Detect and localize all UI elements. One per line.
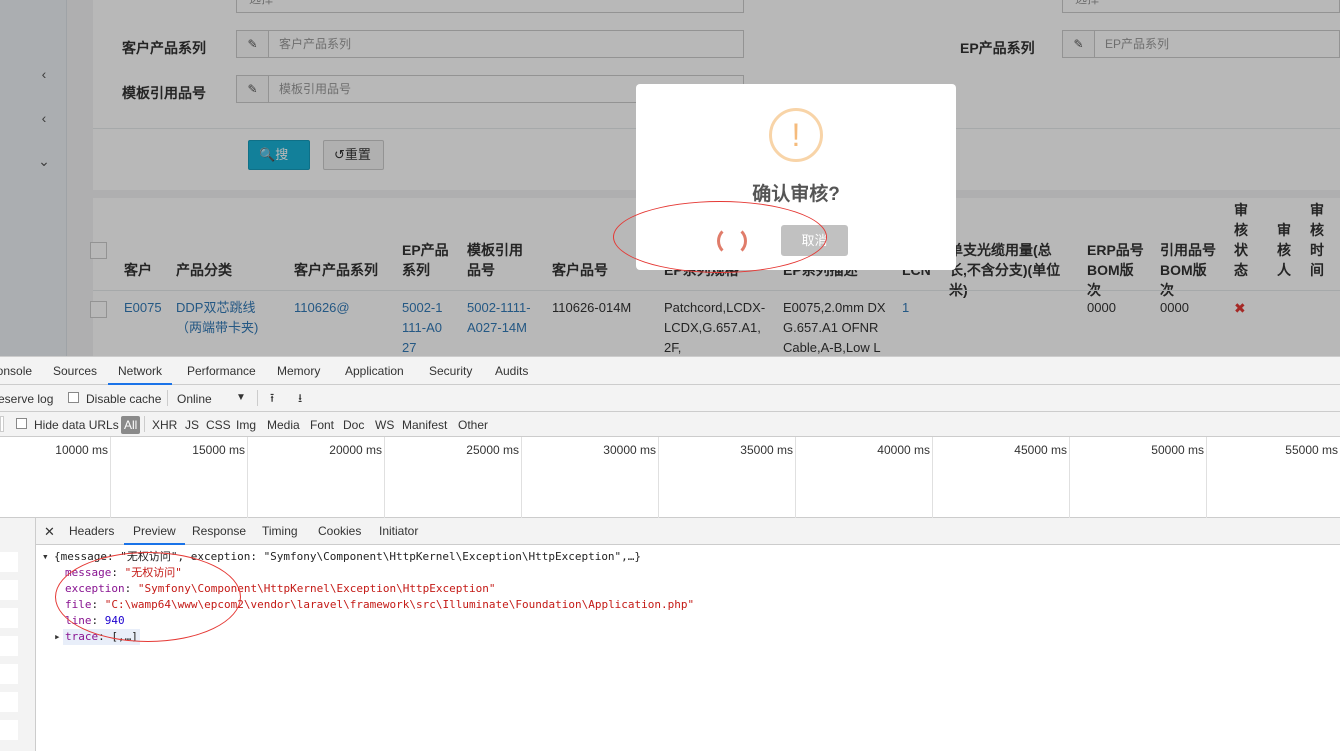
annotation-ellipse (613, 201, 827, 273)
tab-network[interactable]: Network (108, 357, 173, 385)
disable-cache-label[interactable]: Disable cache (86, 391, 161, 407)
hide-data-urls-checkbox[interactable] (16, 418, 27, 429)
dialog-title: 确认审核? (752, 184, 840, 205)
screen: ‹ ‹ ⌄ 选择 选择 客户产品系列 ✎ 客户产品系列 EP产品系列 (0, 0, 1340, 751)
filter-all[interactable]: All (121, 416, 141, 434)
timeline-tick-label: 10000 ms (55, 443, 108, 457)
filter-other[interactable]: Other (458, 417, 488, 433)
disable-cache-checkbox[interactable] (68, 392, 79, 403)
request-row[interactable] (0, 664, 18, 684)
tab-initiator[interactable]: Initiator (379, 518, 418, 545)
devtools-panel: Console Sources Network Performance Memo… (0, 356, 1340, 751)
tab-console[interactable]: Console (0, 357, 32, 385)
request-row[interactable] (0, 720, 18, 740)
import-har-icon[interactable]: ⭱ (270, 390, 274, 406)
filter-media[interactable]: Media (267, 417, 300, 433)
filter-img[interactable]: Img (236, 417, 256, 433)
filter-css[interactable]: CSS (206, 417, 231, 433)
annotation-ellipse (55, 552, 241, 642)
throttle-select[interactable]: Online (177, 391, 212, 407)
warning-icon: ! (769, 108, 823, 162)
timeline-tick-label: 40000 ms (877, 443, 930, 457)
timeline-tick-label: 20000 ms (329, 443, 382, 457)
request-list[interactable] (0, 518, 36, 751)
request-row[interactable] (0, 692, 18, 712)
request-row[interactable] (0, 580, 18, 600)
timeline-tick-label: 15000 ms (192, 443, 245, 457)
tab-headers[interactable]: Headers (69, 518, 114, 545)
close-icon[interactable]: ✕ (44, 518, 55, 545)
filter-manifest[interactable]: Manifest (402, 417, 447, 433)
request-detail-tabs: ✕ Headers Preview Response Timing Cookie… (36, 518, 1340, 545)
devtools-tabs: Console Sources Network Performance Memo… (0, 357, 1340, 385)
request-row[interactable] (0, 636, 18, 656)
filter-js[interactable]: JS (185, 417, 199, 433)
tab-audits[interactable]: Audits (495, 357, 528, 385)
request-row[interactable] (0, 552, 18, 572)
app-window: ‹ ‹ ⌄ 选择 选择 客户产品系列 ✎ 客户产品系列 EP产品系列 (0, 0, 1340, 356)
tab-response[interactable]: Response (192, 518, 246, 545)
export-har-icon[interactable]: ⭳ (298, 390, 302, 406)
tab-preview[interactable]: Preview (124, 518, 185, 545)
network-toolbar: Preserve log Disable cache Online ▼ ⭱ ⭳ (0, 385, 1340, 412)
tab-cookies[interactable]: Cookies (318, 518, 361, 545)
tab-timing[interactable]: Timing (262, 518, 298, 545)
timeline-tick-label: 45000 ms (1014, 443, 1067, 457)
dropdown-arrow-icon[interactable]: ▼ (236, 390, 246, 406)
filter-font[interactable]: Font (310, 417, 334, 433)
filter-xhr[interactable]: XHR (152, 417, 177, 433)
timeline-tick-label: 30000 ms (603, 443, 656, 457)
expand-triangle-icon[interactable]: ▸ (54, 629, 61, 645)
expand-triangle-icon[interactable]: ▾ (42, 549, 49, 565)
network-timeline[interactable]: 10000 ms 15000 ms 20000 ms 25000 ms 3000… (0, 437, 1340, 518)
hide-data-urls-label[interactable]: Hide data URLs (34, 417, 119, 433)
tab-performance[interactable]: Performance (187, 357, 256, 385)
preserve-log-label[interactable]: Preserve log (0, 391, 53, 407)
timeline-tick-label: 55000 ms (1285, 443, 1338, 457)
filter-doc[interactable]: Doc (343, 417, 364, 433)
tab-memory[interactable]: Memory (277, 357, 320, 385)
json-preview: ▾ {message: "无权访问", exception: "Symfony\… (36, 545, 1340, 751)
timeline-tick-label: 35000 ms (740, 443, 793, 457)
request-row[interactable] (0, 608, 18, 628)
tab-security[interactable]: Security (429, 357, 472, 385)
filter-bar: Hide data URLs All XHR JS CSS Img Media … (0, 412, 1340, 437)
filter-ws[interactable]: WS (375, 417, 394, 433)
timeline-tick-label: 25000 ms (466, 443, 519, 457)
tab-application[interactable]: Application (345, 357, 404, 385)
tab-sources[interactable]: Sources (53, 357, 97, 385)
timeline-tick-label: 50000 ms (1151, 443, 1204, 457)
